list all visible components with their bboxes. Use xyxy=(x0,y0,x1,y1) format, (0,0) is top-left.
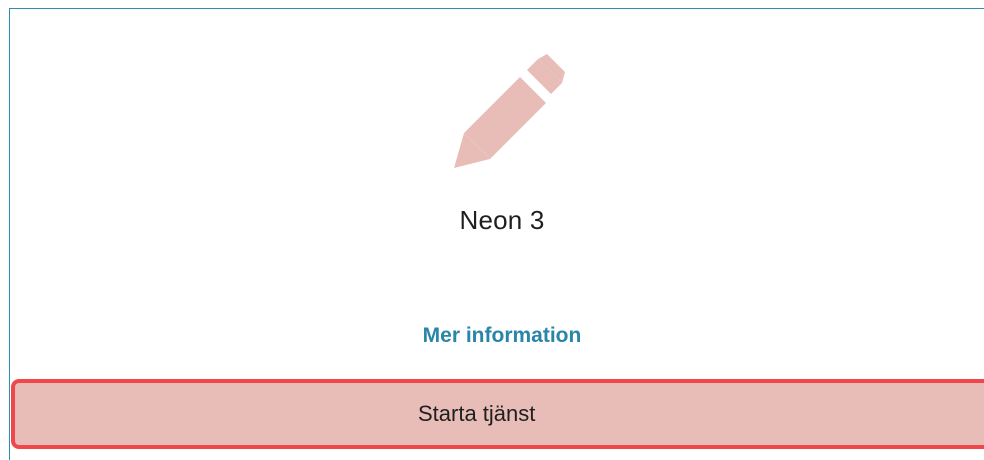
more-info-link[interactable]: Mer information xyxy=(10,324,984,348)
service-title: Neon 3 xyxy=(459,205,545,235)
pencil-icon xyxy=(454,54,565,168)
start-service-button[interactable]: Starta tjänst xyxy=(11,379,984,449)
